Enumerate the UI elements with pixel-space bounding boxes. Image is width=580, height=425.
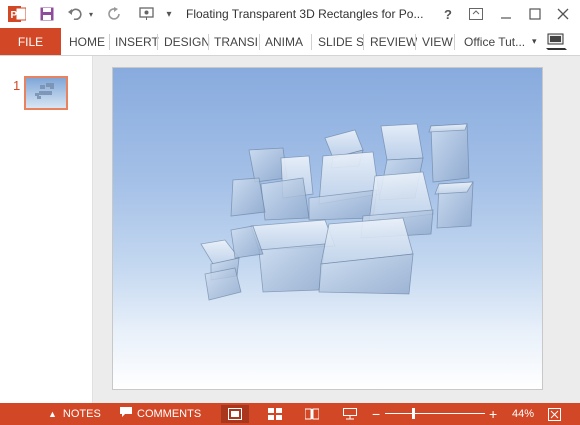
tab-home[interactable]: HOME	[69, 28, 105, 55]
tab-separator	[208, 34, 209, 50]
tab-design[interactable]: DESIGN	[164, 28, 210, 55]
ribbon-tabs: FILE HOME INSERT DESIGN TRANSI ANIMA SLI…	[0, 28, 580, 56]
tab-separator	[259, 34, 260, 50]
customize-toolbar-icon[interactable]: ▾	[163, 4, 175, 24]
tab-transitions[interactable]: TRANSI	[214, 28, 258, 55]
tab-separator	[157, 34, 158, 50]
save-icon[interactable]	[38, 4, 56, 24]
user-avatar[interactable]	[544, 30, 570, 52]
tab-separator	[454, 34, 455, 50]
tab-insert[interactable]: INSERT	[115, 28, 159, 55]
app-icon-letter: P	[11, 10, 18, 21]
tab-separator	[363, 34, 364, 50]
zoom-level[interactable]: 44%	[512, 403, 534, 425]
floating-3d-rectangles-graphic	[200, 123, 474, 301]
slide-canvas[interactable]	[112, 67, 543, 390]
notes-label: NOTES	[62, 408, 101, 420]
slide-sorter-icon	[268, 408, 282, 420]
fit-to-window-icon	[548, 407, 561, 421]
reading-view-icon	[305, 408, 319, 420]
tab-animations[interactable]: ANIMA	[265, 28, 303, 55]
redo-icon[interactable]	[106, 4, 124, 24]
notes-icon: ▲	[48, 409, 57, 419]
comments-button[interactable]: COMMENTS	[120, 403, 201, 425]
normal-view-icon	[228, 408, 242, 420]
start-from-beginning-icon[interactable]	[137, 4, 157, 24]
title-bar: P ▾ ▾ Floating Transparent 3D Rectangles…	[0, 0, 580, 28]
zoom-slider[interactable]	[385, 403, 485, 425]
comments-icon	[120, 407, 132, 421]
zoom-out-button[interactable]: −	[372, 403, 380, 425]
undo-icon[interactable]	[66, 4, 84, 24]
zoom-in-button[interactable]: +	[489, 403, 497, 425]
zoom-slider-track	[385, 413, 485, 414]
help-button[interactable]: ?	[439, 4, 457, 24]
window-title: Floating Transparent 3D Rectangles for P…	[186, 7, 424, 21]
tab-separator	[415, 34, 416, 50]
minimize-icon[interactable]	[496, 4, 516, 24]
close-icon[interactable]	[553, 4, 573, 24]
account-dropdown-icon[interactable]: ▾	[532, 28, 537, 55]
tab-view[interactable]: VIEW	[422, 28, 453, 55]
slide-thumbnail[interactable]	[24, 76, 68, 110]
normal-view-button[interactable]	[221, 405, 249, 423]
slide-show-icon	[343, 408, 357, 420]
slide-number: 1	[13, 78, 21, 93]
slide-sorter-button[interactable]	[261, 405, 289, 423]
tab-slide-show[interactable]: SLIDE S	[318, 28, 364, 55]
slide-show-button[interactable]	[336, 405, 364, 423]
reading-view-button[interactable]	[298, 405, 326, 423]
tab-review[interactable]: REVIEW	[370, 28, 417, 55]
restore-icon[interactable]	[525, 4, 545, 24]
fit-to-window-button[interactable]	[548, 403, 561, 425]
tab-separator	[109, 34, 110, 50]
status-bar: ▲ NOTES COMMENTS − + 44%	[0, 403, 580, 425]
notes-button[interactable]: ▲ NOTES	[48, 403, 101, 425]
zoom-slider-thumb[interactable]	[412, 408, 415, 419]
undo-dropdown-icon[interactable]: ▾	[86, 4, 96, 24]
tab-separator	[311, 34, 312, 50]
account-name[interactable]: Office Tut...	[464, 28, 525, 55]
ribbon-display-options-icon[interactable]	[466, 4, 486, 24]
file-tab[interactable]: FILE	[0, 28, 61, 55]
powerpoint-app-icon[interactable]: P	[8, 5, 26, 23]
comments-label: COMMENTS	[137, 408, 202, 420]
